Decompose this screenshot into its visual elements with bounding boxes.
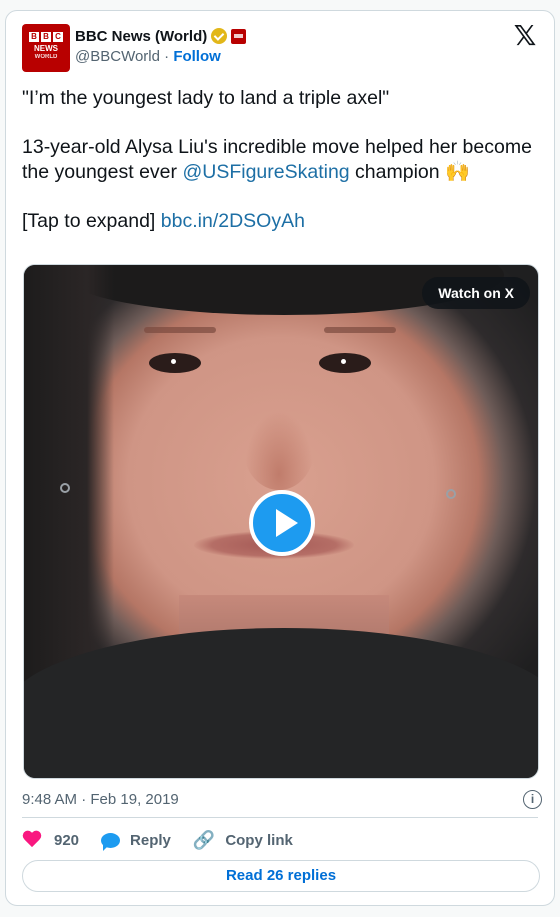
avatar-line1: NEWS	[34, 44, 58, 53]
tweet-line-body: 13-year-old Alysa Liu's incredible move …	[22, 136, 532, 183]
action-bar: 920 Reply 🔗 Copy link	[22, 827, 315, 853]
author-info: BBC News (World) @BBCWorld · Follow	[75, 25, 247, 65]
tweet-card: B B C NEWS WORLD BBC News (World) @BBCWo…	[5, 10, 555, 906]
follow-button[interactable]: Follow	[173, 48, 221, 65]
display-name[interactable]: BBC News (World)	[75, 28, 207, 45]
mention-link[interactable]: @USFigureSkating	[182, 161, 349, 183]
divider	[22, 817, 538, 818]
handle[interactable]: @BBCWorld	[75, 48, 160, 65]
timestamp[interactable]: 9:48 AM · Feb 19, 2019	[22, 791, 179, 808]
separator: ·	[164, 48, 170, 65]
like-button[interactable]: 920	[22, 831, 79, 849]
link-icon: 🔗	[192, 829, 216, 850]
tweet-header: B B C NEWS WORLD BBC News (World) @BBCWo…	[22, 22, 538, 72]
bbc-logo: B B C	[22, 32, 70, 42]
reply-button[interactable]: Reply	[101, 831, 171, 851]
affiliation-badge-icon	[231, 28, 247, 44]
tweet-meta: 9:48 AM · Feb 19, 2019 i	[22, 789, 542, 811]
watch-on-x-button[interactable]: Watch on X	[422, 277, 530, 309]
video-media[interactable]: Watch on X	[23, 264, 539, 779]
like-count: 920	[54, 831, 80, 849]
avatar[interactable]: B B C NEWS WORLD	[22, 24, 70, 72]
tweet-line-quote: "I’m the youngest lady to land a triple …	[22, 87, 390, 109]
copy-link-button[interactable]: 🔗 Copy link	[193, 830, 293, 851]
info-icon[interactable]: i	[523, 790, 542, 809]
copy-link-label: Copy link	[225, 831, 293, 849]
article-link[interactable]: bbc.in/2DSOyAh	[161, 210, 305, 232]
heart-icon	[22, 831, 42, 849]
raising-hands-icon: 🙌	[445, 161, 470, 183]
read-replies-button[interactable]: Read 26 replies	[22, 860, 540, 892]
x-logo-icon[interactable]: 𝕏	[512, 22, 538, 50]
tweet-text: "I’m the youngest lady to land a triple …	[22, 86, 542, 258]
tweet-line-link: [Tap to expand] bbc.in/2DSOyAh	[22, 210, 305, 232]
verified-badge-icon	[211, 28, 228, 44]
avatar-line2: WORLD	[34, 54, 58, 60]
play-icon[interactable]	[249, 490, 315, 556]
reply-bubble-icon	[101, 832, 121, 851]
reply-label: Reply	[130, 831, 171, 849]
